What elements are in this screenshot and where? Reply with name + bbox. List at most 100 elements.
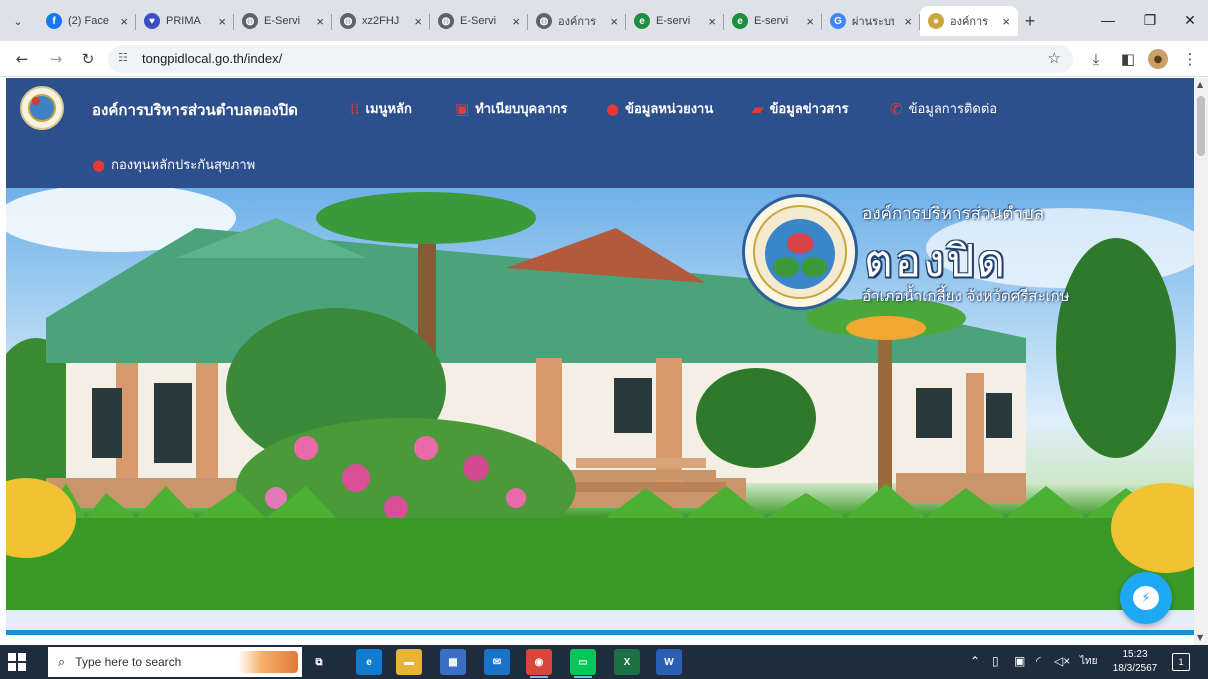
browser-tab[interactable]: ◍ xz2FHJ × bbox=[332, 6, 430, 36]
word-icon[interactable]: W bbox=[656, 649, 682, 675]
menu-contact-label: ข้อมูลการติดต่อ bbox=[908, 102, 998, 117]
browser-tab[interactable]: ◍ E-Servi × bbox=[234, 6, 332, 36]
reload-icon[interactable]: ↻ bbox=[76, 47, 100, 71]
tray-app-icon[interactable]: ▯ bbox=[992, 654, 999, 668]
browser-tab[interactable]: e E-servi × bbox=[626, 6, 724, 36]
tray-meet-icon[interactable]: ▣ bbox=[1014, 654, 1025, 668]
language-indicator[interactable]: ไทย bbox=[1080, 654, 1097, 669]
browser-tab[interactable]: ◍ องค์การ × bbox=[528, 6, 626, 36]
hero-banner: องค์การบริหารส่วนตำบล ตองปิด อำเภอน้ำเกล… bbox=[6, 188, 1194, 610]
eservice-icon: e bbox=[634, 13, 650, 29]
mail-icon[interactable]: ✉ bbox=[484, 649, 510, 675]
store-icon[interactable]: ▦ bbox=[440, 649, 466, 675]
tab-close-icon[interactable]: × bbox=[904, 14, 912, 29]
globe-icon: ◍ bbox=[438, 13, 454, 29]
site-logo[interactable] bbox=[20, 86, 64, 130]
excel-icon[interactable]: X bbox=[614, 649, 640, 675]
section-divider bbox=[6, 610, 1194, 630]
chrome-icon[interactable]: ◉ bbox=[526, 649, 552, 678]
browser-tab[interactable]: ● องค์การ × bbox=[920, 6, 1018, 36]
tab-title: ผ่านระบบ bbox=[852, 16, 894, 28]
tab-close-icon[interactable]: × bbox=[120, 14, 128, 29]
tab-search-chevron-icon[interactable]: ⌄ bbox=[6, 9, 30, 33]
taskbar-search[interactable]: ⌕ Type here to search bbox=[48, 647, 302, 677]
edge-icon[interactable]: e bbox=[356, 649, 382, 675]
windows-start-icon[interactable] bbox=[8, 653, 26, 671]
menu-main-label: เมนูหลัก bbox=[365, 102, 412, 117]
back-arrow-icon[interactable]: ← bbox=[10, 47, 34, 71]
menu-main[interactable]: ⁞⁞ เมนูหลัก bbox=[350, 98, 412, 119]
scroll-thumb[interactable] bbox=[1197, 96, 1205, 156]
minimize-icon[interactable]: — bbox=[1094, 8, 1122, 32]
menu-personnel-label: ทำเนียบบุคลากร bbox=[475, 102, 568, 117]
tab-close-icon[interactable]: × bbox=[414, 14, 422, 29]
site-info-icon[interactable]: ☷ bbox=[118, 51, 128, 64]
wifi-icon[interactable]: ◜ bbox=[1036, 654, 1041, 668]
menu-health-fund[interactable]: ● กองทุนหลักประกันสุขภาพ bbox=[92, 154, 255, 175]
browser-tab[interactable]: G ผ่านระบบ × bbox=[822, 6, 920, 36]
download-icon[interactable]: ⤓ bbox=[1084, 47, 1108, 71]
browser-tab[interactable]: ♥ PRIMA × bbox=[136, 6, 234, 36]
tab-list: f (2) Face × ♥ PRIMA × ◍ E-Servi × ◍ xz2FHJ × ◍ E-Ser… bbox=[38, 6, 1018, 36]
menu-grid-icon: ⁞⁞ bbox=[350, 99, 360, 118]
google-icon: G bbox=[830, 13, 846, 29]
tab-close-icon[interactable]: × bbox=[512, 14, 520, 29]
page-scrollbar[interactable]: ▲ ▼ bbox=[1194, 78, 1208, 645]
tab-title: องค์การ bbox=[950, 16, 989, 28]
line-icon[interactable]: ▭ bbox=[570, 649, 596, 678]
site-navbar: องค์การบริหารส่วนตำบลตองปิด ⁞⁞ เมนูหลัก … bbox=[6, 78, 1194, 188]
phone-icon: ✆ bbox=[890, 99, 903, 118]
task-view-icon[interactable]: ⧉ bbox=[306, 649, 332, 675]
tray-overflow-chevron-icon[interactable]: ⌃ bbox=[970, 654, 980, 668]
menu-agency-info[interactable]: ● ข้อมูลหน่วยงาน bbox=[606, 98, 713, 119]
web-page: องค์การบริหารส่วนตำบลตองปิด ⁞⁞ เมนูหลัก … bbox=[6, 78, 1194, 645]
tab-close-icon[interactable]: × bbox=[316, 14, 324, 29]
bookmark-star-icon[interactable]: ☆ bbox=[1048, 49, 1061, 67]
messenger-chat-button[interactable]: ⚡ bbox=[1120, 572, 1172, 624]
side-panel-icon[interactable]: ◧ bbox=[1116, 47, 1140, 71]
forward-arrow-icon[interactable]: → bbox=[44, 47, 68, 71]
section-spacer bbox=[6, 635, 1194, 645]
menu-personnel[interactable]: ▣ ทำเนียบบุคลากร bbox=[455, 98, 567, 119]
search-highlight-image bbox=[238, 651, 298, 673]
globe-icon: ◍ bbox=[340, 13, 356, 29]
browser-tab[interactable]: e E-servi × bbox=[724, 6, 822, 36]
tab-close-icon[interactable]: × bbox=[708, 14, 716, 29]
menu-news[interactable]: ▰ ข้อมูลข่าวสาร bbox=[752, 98, 848, 119]
messenger-icon: ⚡ bbox=[1133, 586, 1159, 610]
more-menu-icon[interactable]: ⋮ bbox=[1178, 47, 1202, 71]
menu-contact[interactable]: ✆ ข้อมูลการติดต่อ bbox=[890, 98, 997, 119]
taskbar-clock[interactable]: 15:23 18/3/2567 bbox=[1110, 648, 1160, 676]
address-bar[interactable]: ☷ tongpidlocal.go.th/index/ ☆ bbox=[108, 45, 1073, 73]
menu-health-fund-label: กองทุนหลักประกันสุขภาพ bbox=[111, 158, 256, 173]
scroll-up-arrow-icon[interactable]: ▲ bbox=[1197, 80, 1203, 89]
windows-taskbar: ⌕ Type here to search ⧉ e ▬ ▦ ✉ ◉ ▭ X W ⌃ ▯ ▣ ◜ … bbox=[0, 645, 1208, 679]
restore-window-icon[interactable]: ❐ bbox=[1136, 8, 1164, 32]
volume-muted-icon[interactable]: ◁× bbox=[1054, 654, 1070, 668]
tab-close-icon[interactable]: × bbox=[806, 14, 814, 29]
info-circle-icon: ● bbox=[606, 99, 620, 118]
profile-avatar[interactable]: ● bbox=[1148, 49, 1168, 69]
health-circle-icon: ● bbox=[92, 155, 106, 174]
hero-building-illustration bbox=[6, 188, 1194, 610]
new-tab-button[interactable]: + bbox=[1018, 9, 1042, 33]
tab-title: องค์การ bbox=[558, 16, 597, 28]
scroll-down-arrow-icon[interactable]: ▼ bbox=[1197, 633, 1203, 642]
calendar-icon: ▣ bbox=[455, 99, 470, 118]
tab-close-icon[interactable]: × bbox=[218, 14, 226, 29]
search-icon: ⌕ bbox=[58, 654, 66, 670]
prima-icon: ♥ bbox=[144, 13, 160, 29]
tab-close-icon[interactable]: × bbox=[610, 14, 618, 29]
globe-icon: ◍ bbox=[242, 13, 258, 29]
site-name[interactable]: องค์การบริหารส่วนตำบลตองปิด bbox=[92, 98, 298, 122]
tab-title: (2) Face bbox=[68, 15, 109, 27]
close-window-icon[interactable]: ✕ bbox=[1176, 8, 1204, 32]
notification-center-icon[interactable]: 1 bbox=[1172, 653, 1190, 671]
tab-close-icon[interactable]: × bbox=[1002, 14, 1010, 29]
browser-tab[interactable]: f (2) Face × bbox=[38, 6, 136, 36]
tab-title: E-Servi bbox=[264, 15, 301, 27]
taskbar-search-placeholder: Type here to search bbox=[75, 655, 182, 669]
file-explorer-icon[interactable]: ▬ bbox=[396, 649, 422, 675]
browser-tab[interactable]: ◍ E-Servi × bbox=[430, 6, 528, 36]
url-text[interactable]: tongpidlocal.go.th/index/ bbox=[142, 51, 282, 66]
